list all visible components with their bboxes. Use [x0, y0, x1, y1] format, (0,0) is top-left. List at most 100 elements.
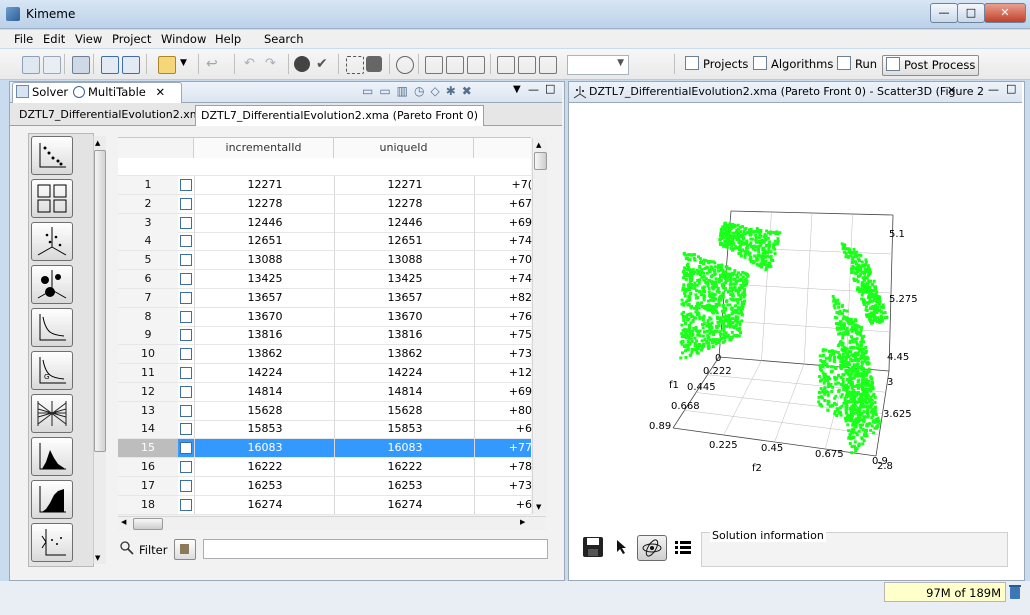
menu-view[interactable]: View	[75, 32, 102, 46]
table-row[interactable]: 6 13425 13425 +74	[118, 270, 532, 289]
export-icon[interactable]	[122, 56, 140, 74]
scroll-down-icon[interactable]: ▼	[536, 503, 541, 511]
scatter-plot-button[interactable]	[31, 136, 73, 175]
toolbar-combo[interactable]: ▼	[567, 55, 629, 75]
row-checkbox[interactable]	[180, 498, 192, 511]
table-row[interactable]: 8 13670 13670 +76	[118, 307, 532, 327]
close-tab-icon[interactable]: ✕	[947, 84, 956, 97]
table-row[interactable]: 3 12446 12446 +69	[118, 213, 532, 233]
row-checkbox[interactable]	[180, 179, 192, 191]
perspective-projects[interactable]: Projects	[682, 55, 751, 74]
row-checkbox[interactable]	[180, 310, 192, 323]
layout4-icon[interactable]	[497, 56, 515, 74]
maximize-view-icon[interactable]: □	[545, 82, 555, 95]
scroll-down-icon[interactable]: ▼	[95, 554, 100, 562]
row-checkbox[interactable]	[180, 385, 192, 398]
table-row[interactable]: 16 16222 16222 +78	[118, 458, 532, 477]
scroll-up-icon[interactable]: ▲	[95, 139, 100, 147]
table-row[interactable]: 1 12271 12271 +7(	[118, 176, 532, 195]
minimize-button[interactable]: —	[930, 3, 958, 23]
maximize-view-icon[interactable]: □	[1006, 82, 1016, 95]
scroll-up-icon[interactable]: ▲	[536, 141, 541, 149]
table-vertical-scrollbar[interactable]	[532, 138, 547, 514]
trash-icon[interactable]	[1008, 584, 1022, 600]
row-checkbox[interactable]	[180, 254, 192, 267]
row-checkbox[interactable]	[180, 273, 192, 285]
menu-search[interactable]: Search	[264, 32, 304, 46]
parallel-coords-button[interactable]	[31, 394, 73, 433]
close-button[interactable]: ✕	[984, 3, 1026, 23]
table-row[interactable]: 10 13862 13862 +73	[118, 345, 532, 365]
list-icon[interactable]	[674, 540, 692, 554]
minimize-view-icon[interactable]: —	[528, 83, 539, 96]
row-checkbox[interactable]	[180, 235, 192, 248]
row-checkbox[interactable]	[180, 404, 192, 417]
back-icon[interactable]: ↩	[206, 56, 222, 72]
table-row[interactable]: 4 12651 12651 +74	[118, 232, 532, 252]
layout5-icon[interactable]	[518, 56, 536, 74]
g-line-plot-button[interactable]: G	[31, 351, 73, 390]
layout2-icon[interactable]	[446, 56, 464, 74]
select-region-icon[interactable]	[346, 56, 364, 74]
row-checkbox[interactable]	[180, 442, 192, 455]
filter-row[interactable]	[118, 158, 531, 176]
pointer-icon[interactable]	[615, 539, 629, 555]
scatter3d-tab-title[interactable]: DZTL7_DifferentialEvolution2.xma (Pareto…	[589, 85, 984, 98]
menu-help[interactable]: Help	[215, 32, 241, 46]
minimize-view-icon[interactable]: —	[988, 83, 999, 96]
scroll-left-icon[interactable]: ◀	[121, 518, 126, 526]
table-horizontal-scrollbar[interactable]	[118, 516, 546, 531]
print-icon[interactable]	[366, 56, 382, 72]
tab-editor-main[interactable]: DZTL7_DifferentialEvolution2.xma	[14, 105, 212, 125]
menu-edit[interactable]: Edit	[43, 32, 65, 46]
perspective-post-process[interactable]: Post Process	[882, 55, 980, 76]
table-horizontal-thumb[interactable]	[133, 518, 163, 530]
matrix-plot-button[interactable]	[31, 179, 73, 218]
menu-window[interactable]: Window	[161, 32, 206, 46]
cumulative-button[interactable]	[31, 480, 73, 519]
scatter3d-plot-area[interactable]: 0 0.222 0.445 0.668 0.89 f1 0.225 0.45 0.675 0.9 f…	[569, 103, 1022, 521]
table-row[interactable]: 2 12278 12278 +67	[118, 194, 532, 214]
histogram-button[interactable]	[31, 437, 73, 476]
row-checkbox[interactable]	[180, 479, 192, 492]
rotate-button[interactable]	[637, 535, 667, 561]
undo-icon[interactable]: ↶	[244, 56, 260, 72]
refresh-icon[interactable]	[396, 56, 414, 74]
table-row[interactable]: 17 16253 16253 +73	[118, 476, 532, 496]
save-icon[interactable]	[72, 56, 90, 74]
properties-icon[interactable]	[43, 56, 61, 74]
row-checkbox[interactable]	[180, 423, 192, 436]
table-row[interactable]: 18 16274 16274 +6	[118, 495, 532, 515]
save-plot-icon[interactable]	[582, 536, 604, 558]
import-icon[interactable]	[101, 56, 119, 74]
table-row[interactable]: 13 15628 15628 +80	[118, 401, 532, 421]
perspective-algorithms[interactable]: Algorithms	[750, 55, 836, 74]
sidebar-scroll-thumb[interactable]	[94, 150, 106, 452]
scatter3d-canvas[interactable]: 00.2220.4450.6680.89f10.225 0.450.6750.9f…	[569, 103, 1022, 521]
run-icon[interactable]	[294, 56, 310, 72]
maximize-button[interactable]: □	[957, 3, 985, 23]
check-icon[interactable]: ✔	[316, 56, 332, 72]
row-checkbox[interactable]	[180, 291, 192, 304]
layout1-icon[interactable]	[425, 56, 443, 74]
column-header-incrementalid[interactable]: incrementalId	[194, 138, 334, 158]
chevron-down-icon[interactable]: ▼	[180, 58, 187, 68]
layout3-icon[interactable]	[467, 56, 485, 74]
line-plot-button[interactable]	[31, 308, 73, 347]
wand-icon[interactable]	[158, 56, 176, 74]
row-checkbox[interactable]	[180, 329, 192, 342]
tab-editor-pareto[interactable]: DZTL7_DifferentialEvolution2.xma (Pareto…	[195, 105, 485, 126]
menu-file[interactable]: File	[14, 32, 33, 46]
scroll-right-icon[interactable]: ▶	[520, 518, 525, 526]
redo-icon[interactable]: ↷	[265, 56, 281, 72]
filter-options-button[interactable]	[174, 539, 196, 560]
table-row[interactable]: 5 13088 13088 +70	[118, 251, 532, 271]
new-icon[interactable]	[22, 56, 40, 74]
filter-input[interactable]	[203, 539, 548, 559]
bubble3d-button[interactable]	[31, 265, 73, 304]
row-checkbox[interactable]	[180, 216, 192, 229]
menu-project[interactable]: Project	[112, 32, 151, 46]
row-checkbox[interactable]	[180, 197, 192, 210]
view-menu-icon[interactable]: ▼	[513, 84, 521, 95]
row-checkbox[interactable]	[180, 367, 192, 379]
